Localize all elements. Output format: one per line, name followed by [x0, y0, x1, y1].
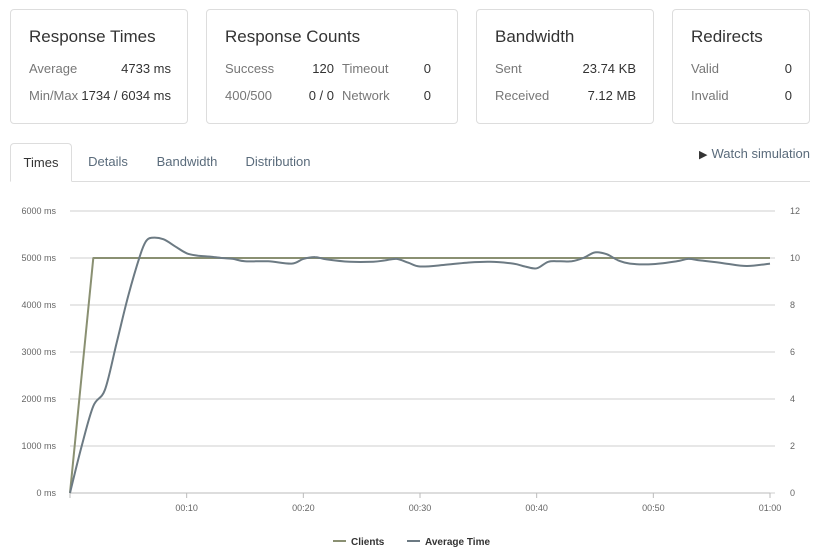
bandwidth-title: Bandwidth [495, 27, 575, 46]
valid-label: Valid [691, 61, 719, 76]
x-tick-label: 01:00 [759, 503, 782, 513]
bandwidth-card: Bandwidth Sent 23.74 KB Received 7.12 MB [476, 9, 654, 124]
sent-value: 23.74 KB [582, 61, 637, 76]
legend-average-time-label: Average Time [425, 537, 490, 548]
tab-times[interactable]: Times [10, 143, 72, 182]
timeout-value: 0 [423, 61, 431, 76]
average-label: Average [29, 61, 78, 76]
success-label: Success [225, 61, 275, 76]
invalid-label: Invalid [691, 88, 729, 103]
watch-simulation-label: Watch simulation [711, 146, 811, 161]
y-left-tick-label: 6000 ms [21, 206, 56, 216]
response-counts-card: Response Counts Success 120 Timeout 0 40… [206, 9, 458, 124]
chart-grid [70, 210, 775, 494]
y-right-tick-label: 0 [790, 488, 795, 498]
average-value: 4733 ms [121, 61, 171, 76]
chart-legend: Clients Average Time [333, 537, 490, 548]
valid-row: Valid 0 [691, 61, 792, 77]
minmax-value: 1734 / 6034 ms [81, 88, 171, 103]
legend-clients-label: Clients [351, 537, 385, 548]
minmax-row: Min/Max 1734 / 6034 ms [29, 88, 171, 104]
y-right-tick-label: 12 [790, 206, 800, 216]
sent-row: Sent 23.74 KB [495, 61, 636, 77]
times-chart: 0 ms 1000 ms 2000 ms 3000 ms 4000 ms 5000 ms 6… [21, 206, 800, 548]
chart-axes: 0 ms 1000 ms 2000 ms 3000 ms 4000 ms 5000 ms 6… [21, 206, 800, 513]
valid-value: 0 [784, 61, 792, 76]
minmax-label: Min/Max [29, 88, 79, 103]
network-value: 0 [423, 88, 431, 103]
redirects-card: Redirects Valid 0 Invalid 0 [672, 9, 810, 124]
y-left-tick-label: 0 ms [36, 488, 56, 498]
y-right-tick-label: 6 [790, 347, 795, 357]
chart-tabs: Times Details Bandwidth Distribution [10, 143, 810, 182]
y-left-tick-label: 5000 ms [21, 253, 56, 263]
x-tick-label: 00:10 [175, 503, 198, 513]
x-tick-label: 00:50 [642, 503, 665, 513]
error-label: 400/500 [225, 88, 272, 103]
error-value: 0 / 0 [308, 88, 334, 103]
chart-series [69, 236, 771, 494]
received-row: Received 7.12 MB [495, 88, 636, 104]
timeout-row: Timeout 0 [342, 61, 431, 77]
x-tick-label: 00:30 [409, 503, 432, 513]
success-row: Success 120 [225, 61, 334, 77]
x-tick-label: 00:40 [525, 503, 548, 513]
response-times-card: Response Times Average 4733 ms Min/Max 1… [10, 9, 188, 124]
tab-distribution[interactable]: Distribution [236, 143, 320, 181]
response-counts-title: Response Counts [225, 27, 361, 46]
y-right-tick-label: 2 [790, 441, 795, 451]
clients-line [69, 257, 770, 494]
play-icon: ▶ [699, 149, 708, 161]
watch-simulation-button[interactable]: ▶ Watch simulation [699, 146, 810, 161]
network-row: Network 0 [342, 88, 431, 104]
invalid-row: Invalid 0 [691, 88, 792, 104]
y-left-tick-label: 1000 ms [21, 441, 56, 451]
y-left-tick-label: 4000 ms [21, 300, 56, 310]
response-times-title: Response Times [29, 27, 156, 46]
y-right-tick-label: 4 [790, 394, 795, 404]
error-row: 400/500 0 / 0 [225, 88, 334, 104]
received-value: 7.12 MB [587, 88, 636, 103]
sent-label: Sent [495, 61, 522, 76]
invalid-value: 0 [784, 88, 792, 103]
tab-details[interactable]: Details [76, 143, 140, 181]
redirects-title: Redirects [691, 27, 763, 46]
y-right-tick-label: 10 [790, 253, 800, 263]
network-label: Network [342, 88, 390, 103]
timeout-label: Timeout [342, 61, 389, 76]
x-tick-label: 00:20 [292, 503, 315, 513]
average-time-line [69, 236, 771, 494]
y-left-tick-label: 2000 ms [21, 394, 56, 404]
average-row: Average 4733 ms [29, 61, 171, 77]
tab-bandwidth[interactable]: Bandwidth [146, 143, 228, 181]
y-right-tick-label: 8 [790, 300, 795, 310]
received-label: Received [495, 88, 550, 103]
success-value: 120 [312, 61, 334, 76]
y-left-tick-label: 3000 ms [21, 347, 56, 357]
